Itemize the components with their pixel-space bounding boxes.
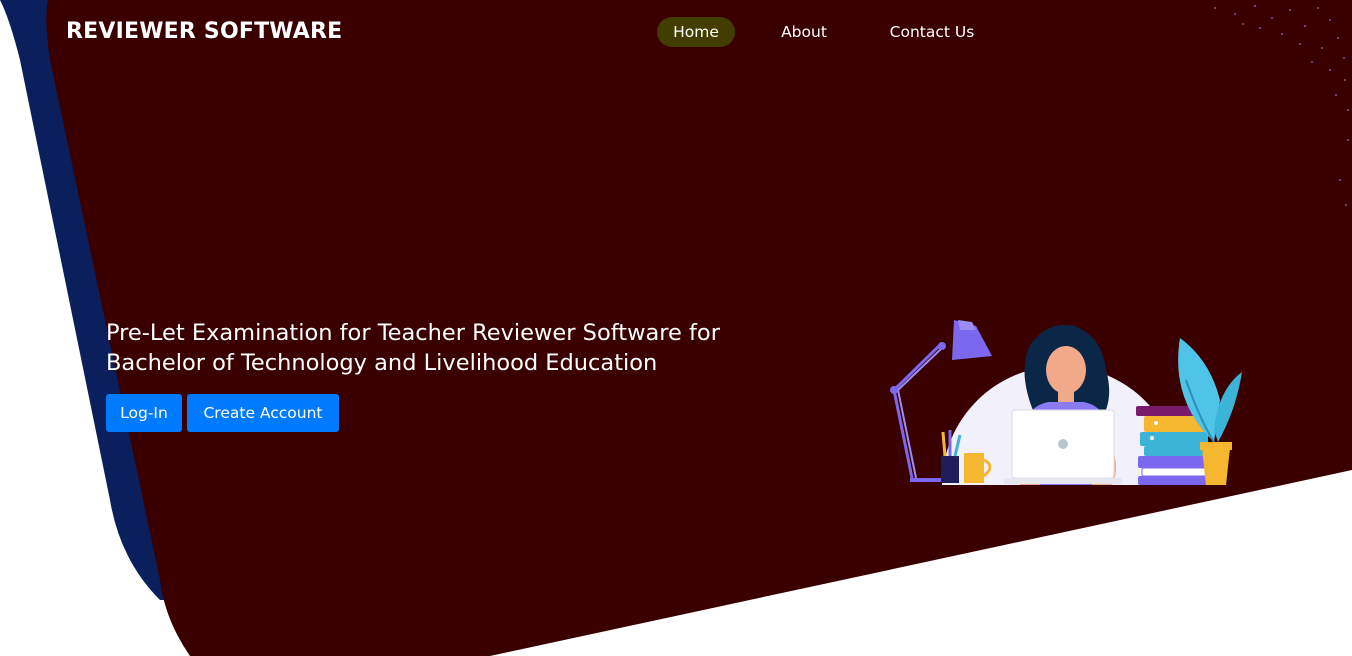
create-account-button[interactable]: Create Account	[187, 394, 339, 432]
hero-title-line-1: Pre-Let Examination for Teacher Reviewer…	[106, 320, 720, 346]
hero-title: Pre-Let Examination for Teacher Reviewer…	[106, 318, 806, 378]
nav-home-link[interactable]: Home	[657, 17, 735, 47]
navbar: REVIEWER SOFTWARE Home About Contact Us	[0, 0, 1352, 64]
nav-contact-link[interactable]: Contact Us	[877, 17, 987, 47]
student-at-laptop-illustration	[890, 320, 1242, 485]
brand-logo[interactable]: REVIEWER SOFTWARE	[66, 17, 342, 47]
login-button[interactable]: Log-In	[106, 394, 182, 432]
hero-title-line-2: Bachelor of Technology and Livelihood Ed…	[106, 350, 658, 376]
laptop-icon	[1004, 409, 1122, 484]
nav-about-link[interactable]: About	[768, 17, 840, 47]
landing-page: REVIEWER SOFTWARE Home About Contact Us …	[0, 0, 1352, 656]
